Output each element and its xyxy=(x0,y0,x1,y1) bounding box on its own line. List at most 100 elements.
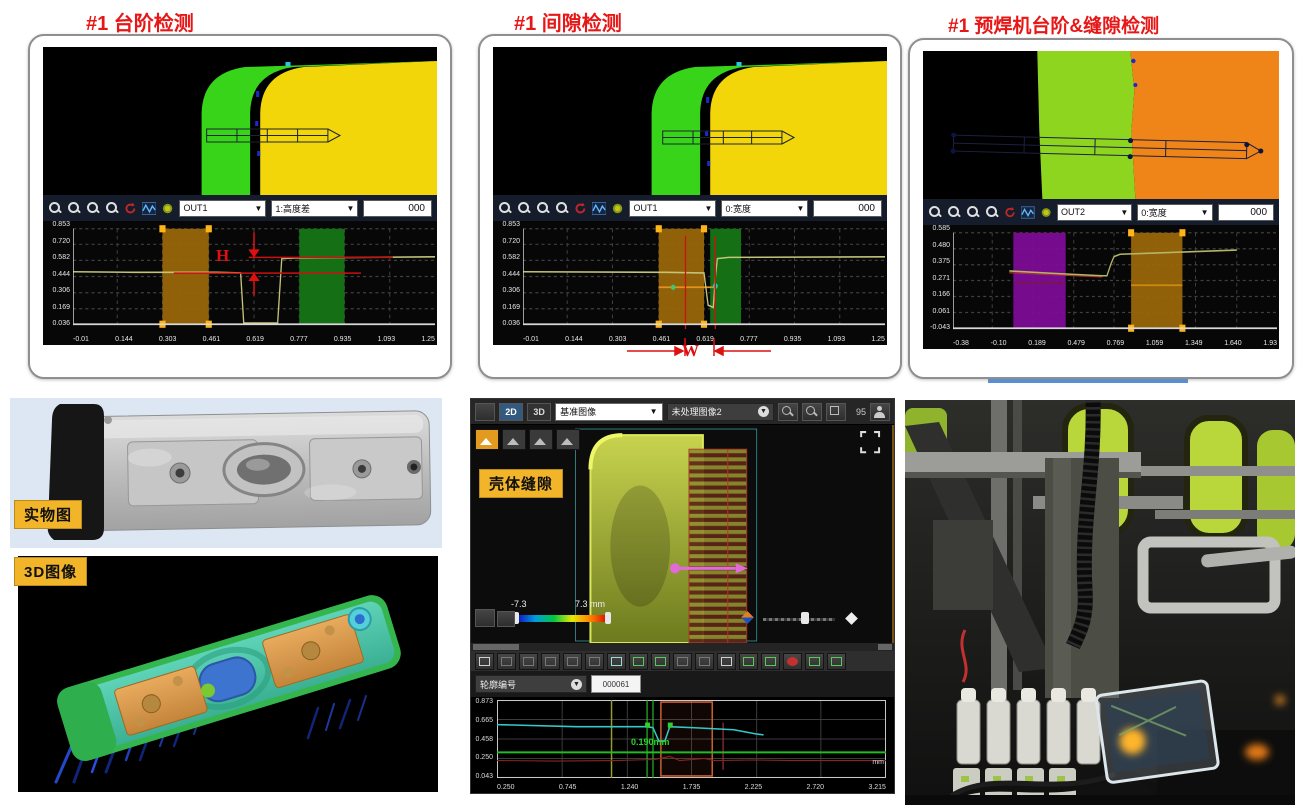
zoom-out-icon[interactable] xyxy=(802,403,822,421)
compare-icon[interactable] xyxy=(651,653,670,670)
tick-label: 0.271 xyxy=(932,275,950,282)
colorbar-max-handle[interactable] xyxy=(605,612,611,624)
zoom-sel-icon[interactable] xyxy=(947,205,961,219)
undo-icon[interactable] xyxy=(1004,205,1016,219)
zoom-sel-icon[interactable] xyxy=(67,201,81,215)
user-icon[interactable] xyxy=(870,403,890,421)
position-slider-handle[interactable] xyxy=(801,612,809,624)
gap-profile-plot xyxy=(497,700,886,778)
profile-view-icon[interactable] xyxy=(502,429,526,450)
scrollbar-end[interactable] xyxy=(878,644,892,650)
output-select[interactable]: OUT2 ▼ xyxy=(1057,204,1132,221)
zoom-in-icon[interactable] xyxy=(519,653,538,670)
tick-label: 0.873 xyxy=(475,698,493,705)
select-icon[interactable] xyxy=(475,653,494,670)
tick-label: 0.250 xyxy=(475,754,493,761)
mask-roi[interactable] xyxy=(1013,233,1065,328)
measure-mode-select[interactable]: 0:宽度 ▼ xyxy=(721,200,808,217)
profile-plot xyxy=(953,228,1277,333)
undo-icon[interactable] xyxy=(124,201,137,215)
output-select[interactable]: OUT1 ▼ xyxy=(179,200,266,217)
tick-label: 0.144 xyxy=(115,336,133,343)
tick-label: 0.745 xyxy=(559,784,577,791)
zoom-sel-icon[interactable] xyxy=(517,201,531,215)
measure-roi[interactable] xyxy=(659,229,704,324)
profile-graph-icon[interactable] xyxy=(1021,206,1034,219)
height-image-icon[interactable] xyxy=(475,429,499,450)
palette-icon[interactable] xyxy=(497,611,515,627)
tick-label: 0.769 xyxy=(1107,340,1125,347)
layers-icon[interactable] xyxy=(475,403,495,421)
chevron-down-icon: ▼ xyxy=(705,204,713,213)
settings-icon[interactable] xyxy=(1040,206,1052,219)
pan-icon[interactable] xyxy=(607,653,626,670)
zoom-fit-icon[interactable] xyxy=(497,653,516,670)
undo-icon[interactable] xyxy=(574,201,587,215)
result-value-box[interactable]: 000 xyxy=(813,200,882,217)
settings-icon[interactable] xyxy=(161,202,174,215)
zoom-in-icon[interactable] xyxy=(86,201,100,215)
tick-label: 0.720 xyxy=(52,238,70,245)
export-icon[interactable] xyxy=(805,653,824,670)
result-value-box[interactable]: 000 xyxy=(363,200,432,217)
profile-graph: 0.585 0.480 0.375 0.271 0.166 0.061 -0.0… xyxy=(923,225,1279,349)
render-3d-image xyxy=(18,556,438,792)
scrollbar-thumb[interactable] xyxy=(473,644,519,650)
view-mode-buttons xyxy=(475,429,580,450)
zoom-in-icon[interactable] xyxy=(536,201,550,215)
gap-roi-region[interactable] xyxy=(689,449,747,643)
tab-3d[interactable]: 3D xyxy=(527,403,551,421)
gap-profile-graph: 0.873 0.665 0.458 0.250 0.043 xyxy=(471,697,894,793)
tick-label: 0.444 xyxy=(502,271,520,278)
horizontal-scrollbar[interactable] xyxy=(471,643,894,651)
measure-roi[interactable] xyxy=(162,229,208,324)
chevron-down-icon: ▼ xyxy=(347,204,355,213)
texture-view-icon[interactable] xyxy=(529,429,553,450)
zoom-out-icon[interactable] xyxy=(541,653,560,670)
zoom-out-icon[interactable] xyxy=(105,201,119,215)
reference-image-select[interactable]: 基准图像 ▼ xyxy=(555,403,662,421)
measure-mode-select[interactable]: 0:宽度 ▼ xyxy=(1137,204,1212,221)
measure-roi[interactable] xyxy=(1131,233,1182,328)
image-source-select[interactable]: 未处理图像2 ▼ xyxy=(667,403,774,421)
measure-icon[interactable] xyxy=(739,653,758,670)
overlay-icon[interactable] xyxy=(673,653,692,670)
zoom-in-icon[interactable] xyxy=(778,403,798,421)
target-icon[interactable] xyxy=(475,609,495,627)
vision-toolbar: OUT1 ▼ 1:高度差 ▼ 000 xyxy=(43,195,437,221)
record-icon[interactable] xyxy=(783,653,802,670)
position-slider-track[interactable] xyxy=(763,618,835,621)
profile-graph-icon[interactable] xyxy=(142,202,156,215)
zoom-area-icon[interactable] xyxy=(498,201,512,215)
y-axis-labels: 0.585 0.480 0.375 0.271 0.166 0.061 -0.0… xyxy=(923,225,952,331)
roi-icon[interactable] xyxy=(717,653,736,670)
result-value-box[interactable]: 000 xyxy=(1218,204,1274,221)
tab-2d[interactable]: 2D xyxy=(499,403,523,421)
panel1-title: #1 台阶检测 xyxy=(86,7,194,36)
gap-measurement-value: 0.190mm xyxy=(631,737,670,747)
y-axis-labels: 0.853 0.720 0.582 0.444 0.306 0.169 0.03… xyxy=(493,221,522,327)
settings-icon[interactable] xyxy=(611,202,624,215)
position-view-icon[interactable] xyxy=(556,429,580,450)
zoom-area-icon[interactable] xyxy=(928,205,942,219)
rotate-cw-icon[interactable] xyxy=(585,653,604,670)
tick-label: 1.93 xyxy=(1263,340,1277,347)
output-select[interactable]: OUT1 ▼ xyxy=(629,200,716,217)
measure-mode-select[interactable]: 1:高度差 ▼ xyxy=(271,200,358,217)
screenshot-icon[interactable] xyxy=(827,653,846,670)
profile-number-select[interactable]: 轮廓编号 ▼ xyxy=(475,675,587,693)
profile-number-value[interactable]: 000061 xyxy=(591,675,641,693)
y-axis-labels: 0.873 0.665 0.458 0.250 0.043 xyxy=(471,698,495,780)
profile-graph-icon[interactable] xyxy=(592,202,606,215)
reference-roi[interactable] xyxy=(299,229,344,324)
profile-graph: 0.853 0.720 0.582 0.444 0.306 0.169 0.03… xyxy=(493,221,887,345)
zoom-area-icon[interactable] xyxy=(48,201,62,215)
profile-icon[interactable] xyxy=(761,653,780,670)
zoom-out-icon[interactable] xyxy=(985,205,999,219)
grid-icon[interactable] xyxy=(629,653,648,670)
zoom-fit-icon[interactable] xyxy=(826,403,846,421)
zoom-in-icon[interactable] xyxy=(966,205,980,219)
rotate-ccw-icon[interactable] xyxy=(563,653,582,670)
mask-icon[interactable] xyxy=(695,653,714,670)
zoom-out-icon[interactable] xyxy=(555,201,569,215)
